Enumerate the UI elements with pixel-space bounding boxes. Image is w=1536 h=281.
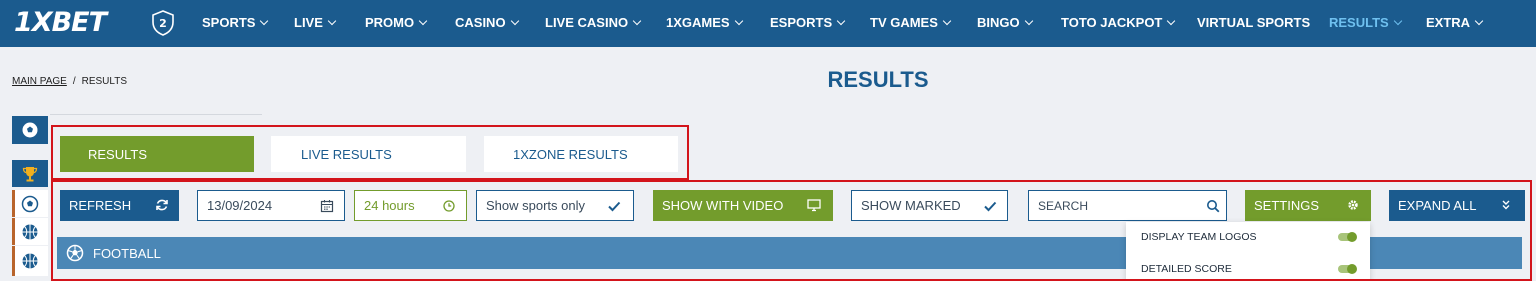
nav-item-toto-jackpot[interactable]: TOTO JACKPOT — [1061, 15, 1176, 30]
nav-item-label: TV GAMES — [870, 15, 938, 30]
checkmark-icon — [984, 201, 997, 212]
chevron-down-icon — [327, 16, 337, 26]
nav-item-bingo[interactable]: BINGO — [977, 15, 1033, 30]
checkmark-icon — [608, 201, 621, 212]
nav-item-promo[interactable]: PROMO — [365, 15, 428, 30]
nav-item-esports[interactable]: ESPORTS — [770, 15, 846, 30]
expand-all-label: EXPAND ALL — [1398, 198, 1477, 213]
nav-item-label: RESULTS — [1329, 15, 1389, 30]
show-with-video-button[interactable]: SHOW WITH VIDEO — [653, 190, 833, 221]
football-icon — [21, 195, 39, 212]
tab-1xzone-results[interactable]: 1XZONE RESULTS — [484, 136, 678, 172]
chevron-down-icon — [260, 16, 269, 26]
date-value: 13/09/2024 — [207, 198, 273, 213]
brand-logo[interactable]: 1XBET — [14, 7, 107, 38]
nav-item-label: BINGO — [977, 15, 1020, 30]
calendar-icon — [320, 200, 334, 213]
date-picker-field[interactable]: 13/09/2024 — [197, 190, 345, 221]
shield-number: 2 — [159, 17, 167, 30]
sports-filter-select[interactable]: Show sports only — [476, 190, 634, 221]
double-chevron-down-icon — [1502, 200, 1510, 210]
nav-item-live-casino[interactable]: LIVE CASINO — [545, 15, 642, 30]
chevron-down-icon — [942, 16, 952, 26]
nav-item-label: LIVE — [294, 15, 323, 30]
nav-item-live[interactable]: LIVE — [294, 15, 337, 30]
sidebar-item-basketball-2[interactable] — [12, 246, 48, 276]
search-placeholder: SEARCH — [1038, 198, 1089, 213]
chevron-down-icon — [418, 16, 428, 26]
refresh-button[interactable]: REFRESH — [60, 190, 179, 221]
sidebar-item-trophy[interactable] — [12, 160, 48, 187]
clock-icon — [443, 200, 455, 212]
nav-item-1xgames[interactable]: 1XGAMES — [666, 15, 743, 30]
search-input[interactable]: SEARCH — [1028, 190, 1227, 221]
top-nav-bar: 1XBET 2 SPORTS LIVE PROMO CASINO LIVE CASINO… — [0, 0, 1536, 47]
chevron-down-icon — [1024, 16, 1033, 26]
monitor-icon — [807, 199, 821, 212]
nav-item-tv-games[interactable]: TV GAMES — [870, 15, 952, 30]
settings-label: SETTINGS — [1254, 198, 1320, 213]
show-with-video-label: SHOW WITH VIDEO — [662, 198, 784, 213]
nav-item-label: 1XGAMES — [666, 15, 730, 30]
sidebar-sport-selector[interactable] — [12, 116, 48, 144]
sidebar-divider — [50, 114, 262, 115]
nav-item-label: VIRTUAL SPORTS — [1197, 15, 1311, 30]
period-selector[interactable]: 24 hours — [354, 190, 467, 221]
sidebar-item-football[interactable] — [12, 190, 48, 217]
chevron-down-icon — [1393, 16, 1402, 26]
expand-all-button[interactable]: EXPAND ALL — [1389, 190, 1525, 221]
nav-item-label: SPORTS — [202, 15, 256, 30]
chevron-down-icon — [836, 16, 846, 26]
football-icon — [22, 122, 38, 138]
chevron-down-icon — [510, 16, 519, 26]
nav-item-casino[interactable]: CASINO — [455, 15, 519, 30]
detailed-score-toggle[interactable] — [1338, 264, 1357, 274]
chevron-down-icon — [1474, 16, 1484, 26]
nav-item-extra[interactable]: EXTRA — [1426, 15, 1484, 30]
chevron-down-icon — [1167, 16, 1176, 26]
settings-button[interactable]: SETTINGS — [1245, 190, 1371, 221]
show-marked-label: SHOW MARKED — [861, 198, 961, 213]
sidebar-item-basketball[interactable] — [12, 218, 48, 245]
nav-item-label: TOTO JACKPOT — [1061, 15, 1163, 30]
sport-section-label: FOOTBALL — [93, 246, 161, 261]
gear-icon — [1348, 200, 1358, 210]
basketball-icon — [22, 224, 38, 239]
tab-results[interactable]: RESULTS — [60, 136, 254, 172]
sports-filter-value: Show sports only — [486, 198, 585, 213]
nav-item-label: ESPORTS — [770, 15, 833, 30]
football-icon — [66, 244, 84, 262]
setting-detailed-score-label: DETAILED SCORE — [1141, 263, 1232, 275]
nav-item-label: PROMO — [365, 15, 415, 30]
chevron-down-icon — [734, 16, 743, 26]
display-team-logos-toggle[interactable] — [1338, 232, 1357, 242]
shield-badge-icon[interactable]: 2 — [151, 10, 175, 36]
tab-live-results[interactable]: LIVE RESULTS — [271, 136, 466, 172]
setting-display-team-logos-label: DISPLAY TEAM LOGOS — [1141, 231, 1257, 243]
nav-item-label: CASINO — [455, 15, 506, 30]
nav-item-label: LIVE CASINO — [545, 15, 629, 30]
refresh-icon — [156, 199, 168, 211]
search-icon — [1207, 200, 1220, 213]
settings-dropdown: DISPLAY TEAM LOGOS DETAILED SCORE — [1126, 222, 1370, 281]
nav-item-sports[interactable]: SPORTS — [202, 15, 269, 30]
show-marked-toggle[interactable]: SHOW MARKED — [851, 190, 1008, 221]
page-title: RESULTS — [827, 67, 929, 92]
refresh-button-label: REFRESH — [69, 198, 132, 213]
period-value: 24 hours — [364, 198, 415, 213]
nav-item-label: EXTRA — [1426, 15, 1471, 30]
nav-item-virtual-sports[interactable]: VIRTUAL SPORTS — [1197, 15, 1310, 30]
basketball-icon — [22, 253, 38, 269]
chevron-down-icon — [632, 16, 642, 26]
trophy-icon — [22, 166, 38, 181]
nav-item-results[interactable]: RESULTS — [1329, 15, 1402, 30]
